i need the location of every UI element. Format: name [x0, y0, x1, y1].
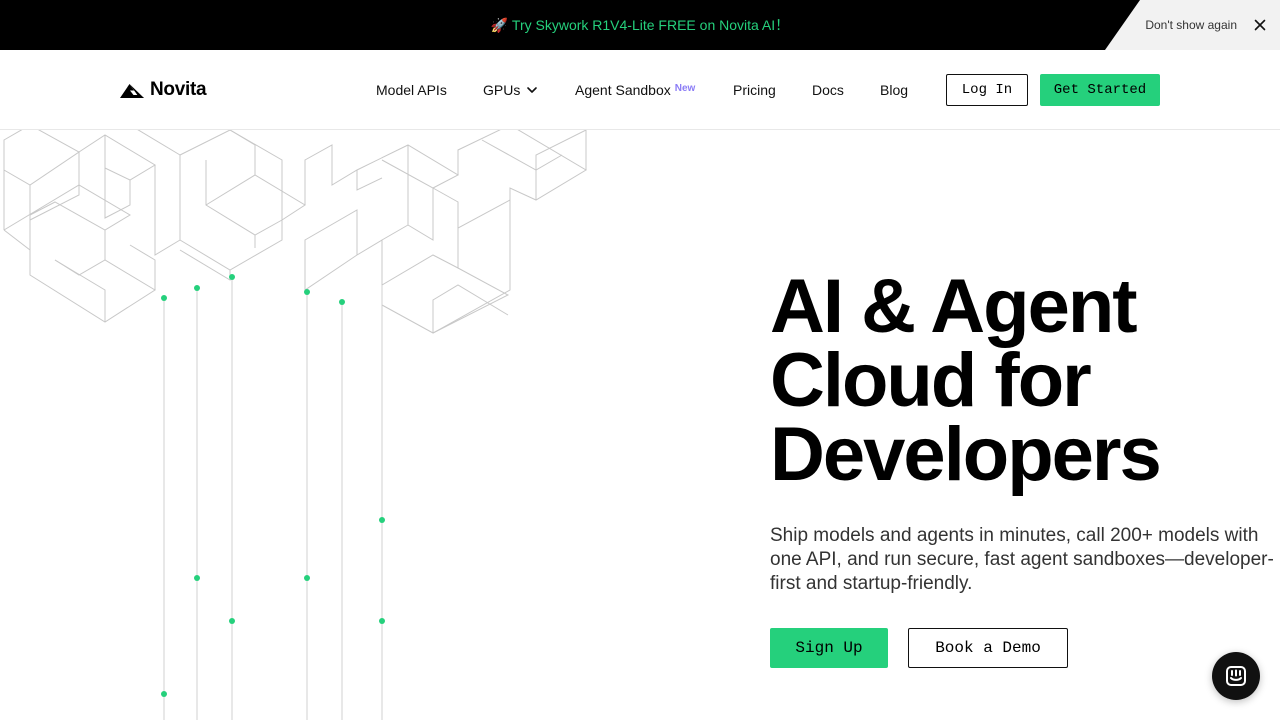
sign-up-button[interactable]: Sign Up: [770, 628, 888, 668]
nav-pricing[interactable]: Pricing: [733, 80, 776, 100]
chevron-down-icon: [527, 87, 538, 93]
hero-subtitle: Ship models and agents in minutes, call …: [770, 525, 1274, 594]
hero-title-line-1: AI & Agent: [770, 264, 1138, 349]
chat-icon: [1226, 666, 1246, 686]
isometric-background-illustration: [3, 130, 587, 720]
close-icon[interactable]: [1252, 17, 1268, 33]
brand-name: Novita: [150, 79, 207, 100]
nav-agent-sandbox-label: Agent Sandbox: [575, 82, 671, 98]
hero-title: AI & Agent Cloud for Developers: [770, 264, 1270, 497]
announcement-bar: 🚀 Try Skywork R1V4-Lite FREE on Novita A…: [0, 0, 1280, 50]
new-badge: New: [674, 83, 696, 94]
chat-widget-button[interactable]: [1212, 652, 1260, 700]
nav-agent-sandbox[interactable]: Agent Sandbox New: [575, 80, 695, 100]
book-demo-button[interactable]: Book a Demo: [908, 628, 1068, 668]
nav-blog[interactable]: Blog: [880, 80, 908, 100]
novita-logo-icon: [120, 84, 144, 98]
nav-gpus-label: GPUs: [483, 82, 521, 98]
get-started-button[interactable]: Get Started: [1040, 74, 1160, 106]
nav-gpus[interactable]: GPUs: [483, 80, 538, 100]
nav-model-apis[interactable]: Model APIs: [376, 80, 447, 100]
announcement-link[interactable]: 🚀 Try Skywork R1V4-Lite FREE on Novita A…: [0, 0, 1280, 50]
brand-logo[interactable]: Novita: [120, 79, 207, 101]
nav-docs[interactable]: Docs: [812, 80, 844, 100]
hero-title-line-2: Cloud for: [770, 338, 1092, 423]
login-button[interactable]: Log In: [946, 74, 1028, 106]
hero-title-line-3: Developers: [770, 412, 1162, 497]
dont-show-again-button[interactable]: Don't show again: [1145, 0, 1237, 50]
navbar: Novita Model APIs GPUs Agent Sandbox New…: [0, 50, 1280, 130]
